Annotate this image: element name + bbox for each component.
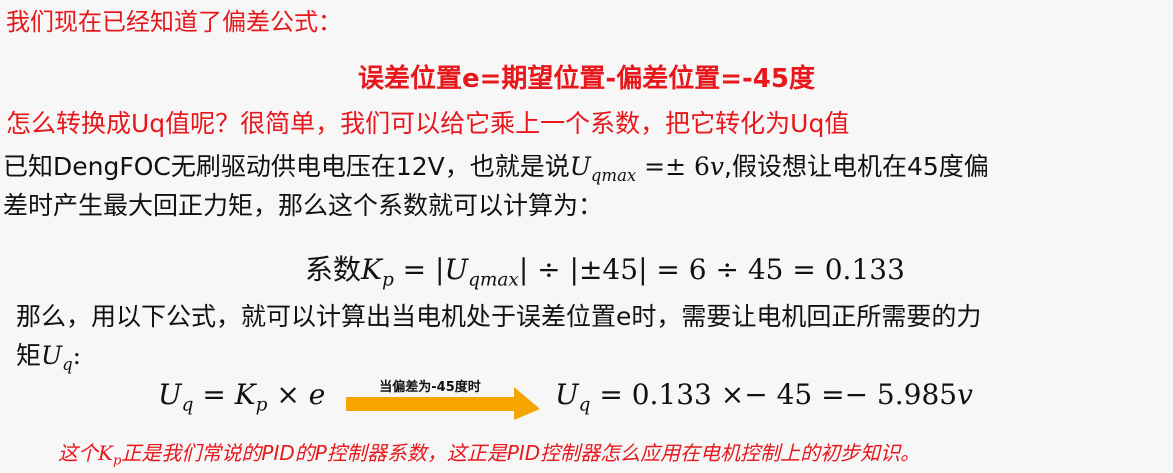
torque-text-pre: 矩 — [16, 341, 42, 370]
uqmax-subscript: qmax — [590, 165, 637, 185]
uq-result-u-sub: q — [578, 394, 591, 416]
arrow-label: 当偏差为-45度时 — [379, 380, 481, 395]
coefficient-equals: = | — [393, 253, 445, 286]
uq-subscript: q — [62, 354, 73, 374]
voltage-unit: v — [709, 152, 725, 181]
uq-formula-u: U — [158, 378, 182, 411]
uq-formula-e: e — [308, 378, 326, 411]
pid-note-post: 正是我们常说的PID的P控制器系数，这正是PID控制器怎么应用在电机控制上的初步… — [121, 441, 921, 465]
voltage-text-post: ,假设想让电机在45度偏 — [724, 152, 989, 181]
uq-formula-k: K — [234, 378, 256, 411]
uq-result-value: = 0.133 ×− 45 =− 5.985 — [590, 378, 958, 411]
uq-symbol: U — [41, 341, 63, 370]
uqmax-symbol-2: U — [444, 253, 469, 286]
voltage-value: =± 6 — [636, 152, 710, 181]
voltage-paragraph-line-2: 差时产生最大回正力矩，那么这个系数就可以计算为： — [3, 191, 604, 220]
uqmax-subscript-2: qmax — [468, 269, 519, 291]
voltage-paragraph-line-1: 已知DengFOC无刷驱动供电电压在12V，也就是说Uqmax =± 6v,假设… — [3, 147, 989, 185]
torque-colon: : — [72, 341, 82, 370]
torque-paragraph-line-2: 矩Uq: — [16, 336, 82, 374]
uq-formula-u-sub: q — [181, 394, 194, 416]
coefficient-equation: 系数Kp = |Uqmax| ÷ |±45| = 6 ÷ 45 = 0.133 — [305, 248, 905, 291]
uq-result-unit: v — [957, 378, 973, 411]
uq-result-u: U — [555, 378, 579, 411]
conversion-question: 怎么转换成Uq值呢？很简单，我们可以给它乘上一个系数，把它转化为Uq值 — [6, 109, 850, 138]
kp-symbol: K — [361, 253, 382, 286]
coefficient-result: | ÷ |±45| = 6 ÷ 45 = 0.133 — [518, 253, 905, 286]
uq-formula-equals: = — [193, 378, 235, 411]
kp-subscript: p — [381, 269, 394, 291]
uqmax-symbol: U — [569, 152, 591, 181]
voltage-text-pre: 已知DengFOC无刷驱动供电电压在12V，也就是说 — [3, 152, 570, 181]
pid-note-pre: 这个 — [58, 441, 98, 465]
uq-result-formula: Uq = 0.133 ×− 45 =− 5.985v — [555, 378, 973, 414]
uq-formula: Uq = Kp × e — [158, 378, 326, 414]
uq-formula-times: × — [267, 378, 309, 411]
uq-formula-k-sub: p — [255, 394, 268, 416]
intro-text: 我们现在已经知道了偏差公式： — [6, 8, 342, 36]
pid-note: 这个Kp正是我们常说的PID的P控制器系数，这正是PID控制器怎么应用在电机控制… — [58, 437, 921, 468]
pid-note-k: K — [98, 441, 113, 465]
coefficient-label: 系数 — [305, 253, 362, 286]
torque-paragraph-line-1: 那么，用以下公式，就可以计算出当电机处于误差位置e时，需要让电机回正所需要的力 — [16, 302, 982, 331]
error-formula-heading: 误差位置e=期望位置-偏差位置=-45度 — [358, 64, 815, 94]
